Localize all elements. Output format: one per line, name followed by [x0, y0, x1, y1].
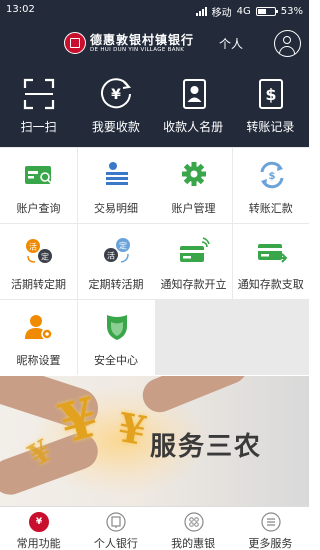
security-shield-icon: [106, 315, 127, 340]
transfer-remit-icon: $: [260, 161, 283, 189]
transfer-record-icon: $: [258, 79, 283, 109]
fixed-to-current-icon: 活 定: [103, 238, 130, 263]
grid-item-transfer-remit[interactable]: $ 转账汇款: [232, 148, 309, 223]
svg-text:$: $: [265, 85, 276, 104]
tab-my-huiyin[interactable]: 我的惠银: [155, 507, 232, 550]
bank-logo-icon: [64, 32, 86, 54]
status-bar: 13:02 移动 4G 53%: [0, 0, 309, 22]
personal-bank-icon: [106, 512, 126, 532]
carrier-label: 移动: [211, 8, 232, 19]
grid-item-label: 账户查询: [16, 202, 61, 215]
tab-label: 我的惠银: [171, 537, 216, 550]
grid-item-account-query[interactable]: 账户查询: [0, 148, 77, 223]
notice-deposit-open-icon: [180, 237, 210, 262]
quick-action-label: 收款人名册: [163, 120, 224, 134]
notice-deposit-withdraw-icon: [257, 244, 287, 263]
grid-item-notice-deposit-open[interactable]: 通知存款开立: [155, 224, 232, 299]
grid-item-nickname-setting[interactable]: 昵称设置: [0, 300, 77, 375]
quick-action-scan[interactable]: 扫一扫: [0, 66, 77, 147]
receive-money-icon: ¥: [101, 78, 132, 109]
account-query-icon: [25, 166, 52, 184]
tab-label: 个人银行: [93, 537, 138, 550]
quick-action-label: 我要收款: [91, 120, 140, 134]
bottom-tab-bar: ¥ 常用功能 个人银行 我的惠银 更多服务: [0, 506, 309, 550]
status-time: 13:02: [6, 4, 35, 15]
badge-fixed-text: 定: [119, 241, 127, 251]
battery-icon: [255, 7, 278, 16]
grid-item-notice-deposit-withdraw[interactable]: 通知存款支取: [232, 224, 309, 299]
grid-item-transaction-detail[interactable]: 交易明细: [77, 148, 155, 223]
grid-item-security-center[interactable]: 安全中心: [77, 300, 155, 375]
badge-fixed-text: 定: [41, 252, 49, 262]
account-manage-gear-icon: [182, 162, 206, 186]
grid-item-label: 活期转定期: [11, 278, 66, 291]
grid-item-label: 交易明细: [94, 202, 138, 215]
grid-item-label: 昵称设置: [16, 354, 61, 367]
grid-item-account-manage[interactable]: 账户管理: [155, 148, 232, 223]
signal-icon: [195, 7, 207, 16]
promo-banner[interactable]: ¥ ¥ ¥ 服务三农: [0, 376, 309, 506]
quick-actions: 扫一扫 ¥ 我要收款 收款人名册 $ 转账记录: [0, 66, 309, 147]
tab-more-services[interactable]: 更多服务: [232, 507, 309, 550]
grid-item-label: 通知存款支取: [237, 278, 304, 291]
function-grid: 账户查询 交易明细 账户管理 $ 转账汇款 活 定 活期转定期 活 定 定期转活…: [0, 147, 309, 375]
tab-common-functions[interactable]: ¥ 常用功能: [0, 507, 77, 550]
user-profile-button[interactable]: [274, 30, 301, 57]
banner-slogan: 服务三农: [150, 432, 263, 462]
more-services-icon: [261, 512, 281, 532]
grid-item-label: 账户管理: [171, 202, 216, 215]
tab-label: 常用功能: [16, 537, 61, 550]
svg-text:$: $: [268, 171, 275, 182]
network-label: 4G: [236, 6, 251, 17]
common-functions-icon: ¥: [29, 512, 49, 532]
personal-label: 个人: [219, 37, 244, 51]
svg-text:¥: ¥: [111, 87, 121, 103]
grid-item-current-to-fixed[interactable]: 活 定 活期转定期: [0, 224, 77, 299]
grid-item-fixed-to-current[interactable]: 活 定 定期转活期: [77, 224, 155, 299]
nickname-setting-icon: [25, 315, 53, 340]
quick-action-transfer-record[interactable]: $ 转账记录: [232, 66, 309, 147]
bank-name-english: DE HUI DUN YIN VILLAGE BANK: [90, 47, 185, 53]
tab-personal-bank[interactable]: 个人银行: [77, 507, 154, 550]
user-body-icon: [279, 46, 295, 56]
payee-book-icon: [182, 79, 206, 109]
grid-item-label: 定期转活期: [88, 278, 144, 291]
quick-action-label: 扫一扫: [20, 120, 57, 134]
badge-current-text: 活: [107, 251, 115, 261]
quick-action-label: 转账记录: [246, 120, 295, 134]
badge-current-text: 活: [29, 242, 37, 252]
bank-name: 德惠敦银村镇银行: [90, 33, 195, 47]
scan-icon: [23, 78, 55, 110]
grid-item-label: 通知存款开立: [160, 278, 227, 291]
app-header: 德惠敦银村镇银行 DE HUI DUN YIN VILLAGE BANK 个人: [0, 22, 309, 66]
current-to-fixed-icon: 活 定: [26, 239, 52, 263]
user-head-icon: [283, 36, 291, 44]
my-huiyin-icon: [183, 512, 204, 532]
grid-item-label: 安全中心: [94, 354, 138, 367]
quick-action-payee-book[interactable]: 收款人名册: [155, 66, 232, 147]
transaction-detail-icon: [105, 162, 128, 185]
status-right: 移动 4G 53%: [195, 4, 303, 19]
tab-label: 更多服务: [248, 537, 293, 550]
grid-item-label: 转账汇款: [248, 202, 293, 215]
quick-action-receive[interactable]: ¥ 我要收款: [77, 66, 154, 147]
battery-percent: 53%: [280, 6, 303, 17]
